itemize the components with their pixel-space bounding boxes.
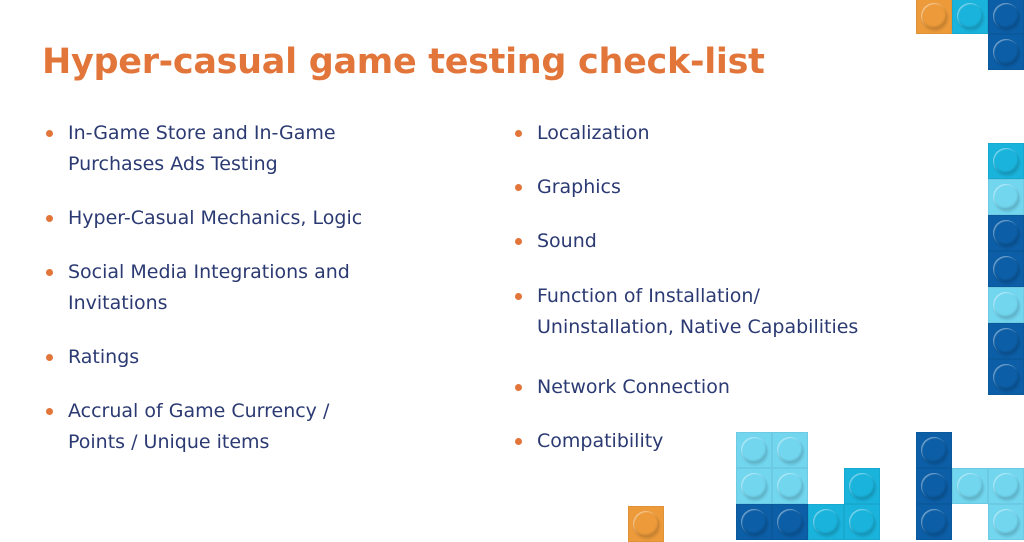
item-line: In-Game Store and In-Game [68, 122, 336, 144]
checklist-item: Compatibility [514, 426, 663, 457]
lego-brick-icon [772, 468, 808, 504]
bullet-icon [515, 293, 522, 300]
item-line: Compatibility [537, 430, 664, 452]
item-line: Hyper-Casual Mechanics, Logic [68, 207, 363, 229]
lego-brick-icon [916, 468, 952, 504]
lego-brick-icon [628, 506, 664, 542]
bullet-icon [515, 438, 522, 445]
item-line: Social Media Integrations and [68, 261, 350, 283]
brick-stud-icon [777, 473, 803, 499]
brick-stud-icon [741, 437, 767, 463]
checklist-item: Accrual of Game Currency / Points / Uniq… [45, 396, 329, 457]
brick-stud-icon [777, 437, 803, 463]
item-line: Network Connection [537, 376, 730, 398]
lego-brick-icon [844, 468, 880, 504]
lego-brick-icon [952, 0, 988, 34]
lego-brick-icon [988, 0, 1024, 34]
lego-brick-icon [988, 359, 1024, 395]
brick-stud-icon [993, 184, 1019, 210]
lego-brick-icon [988, 251, 1024, 287]
lego-brick-icon [952, 468, 988, 504]
lego-brick-icon [988, 34, 1024, 70]
brick-stud-icon [993, 148, 1019, 174]
bullet-icon [46, 215, 53, 222]
item-line: Points / Unique items [68, 430, 270, 453]
bullet-icon [515, 184, 522, 191]
brick-stud-icon [633, 511, 659, 537]
item-line: Graphics [537, 176, 621, 198]
lego-brick-icon [772, 432, 808, 468]
item-line: Sound [537, 230, 597, 252]
lego-brick-icon [988, 468, 1024, 504]
lego-brick-icon [916, 0, 952, 34]
lego-brick-icon [988, 179, 1024, 215]
checklist-item: Hyper-Casual Mechanics, Logic [45, 203, 362, 234]
brick-stud-icon [921, 3, 947, 29]
item-line: Purchases Ads Testing [68, 152, 278, 175]
checklist-item: Graphics [514, 172, 621, 203]
lego-brick-icon [988, 287, 1024, 323]
item-line: Ratings [68, 346, 140, 368]
checklist-item: Social Media Integrations and Invitation… [45, 257, 350, 318]
checklist-item: Network Connection [514, 372, 730, 403]
item-line: Accrual of Game Currency / [68, 400, 330, 422]
lego-brick-icon [988, 323, 1024, 359]
checklist-item: Sound [514, 226, 597, 257]
checklist-item: In-Game Store and In-Game Purchases Ads … [45, 118, 336, 179]
brick-stud-icon [849, 509, 875, 535]
item-line: Function of Installation/ [537, 285, 760, 307]
bullet-icon [46, 354, 53, 361]
brick-stud-icon [957, 3, 983, 29]
lego-brick-icon [916, 432, 952, 468]
item-line: Invitations [68, 291, 168, 314]
brick-stud-icon [921, 437, 947, 463]
brick-stud-icon [993, 39, 1019, 65]
bullet-icon [46, 130, 53, 137]
lego-brick-icon [736, 432, 772, 468]
brick-stud-icon [993, 220, 1019, 246]
brick-stud-icon [993, 364, 1019, 390]
brick-stud-icon [813, 509, 839, 535]
checklist-item: Localization [514, 118, 650, 149]
brick-stud-icon [993, 473, 1019, 499]
brick-stud-icon [993, 292, 1019, 318]
bullet-icon [515, 384, 522, 391]
lego-brick-icon [736, 468, 772, 504]
lego-brick-icon [988, 215, 1024, 251]
bullet-icon [515, 238, 522, 245]
brick-stud-icon [921, 509, 947, 535]
bullet-icon [46, 408, 53, 415]
brick-stud-icon [993, 256, 1019, 282]
item-line: Uninstallation, Native Capabilities [537, 315, 859, 338]
checklist-item: Function of Installation/ Uninstallation… [514, 281, 858, 342]
brick-stud-icon [993, 3, 1019, 29]
bullet-icon [515, 130, 522, 137]
brick-stud-icon [921, 473, 947, 499]
brick-stud-icon [993, 328, 1019, 354]
checklist-item: Ratings [45, 342, 139, 373]
item-line: Localization [537, 122, 650, 144]
brick-stud-icon [957, 473, 983, 499]
brick-stud-icon [993, 509, 1019, 535]
bullet-icon [46, 269, 53, 276]
page-title: Hyper-casual game testing check-list [42, 42, 765, 82]
brick-stud-icon [741, 473, 767, 499]
brick-stud-icon [777, 509, 803, 535]
lego-brick-icon [988, 143, 1024, 179]
brick-stud-icon [849, 473, 875, 499]
brick-stud-icon [741, 509, 767, 535]
